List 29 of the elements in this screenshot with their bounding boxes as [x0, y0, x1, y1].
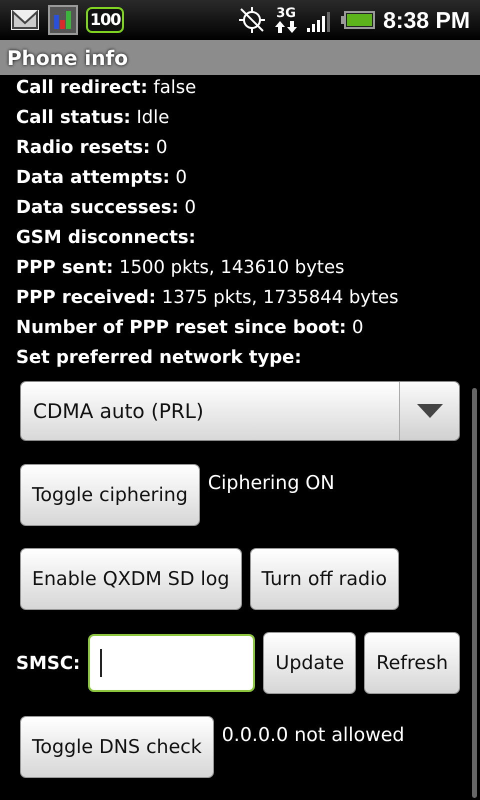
- mobile-data-3g-indicator: 3G: [275, 7, 298, 33]
- bar-chart-icon: [48, 5, 78, 35]
- info-row-text: PPP sent: 1500 pkts, 143610 bytes: [16, 256, 346, 280]
- info-row-text: Set preferred network type:: [16, 346, 303, 370]
- action-button[interactable]: Turn off radio: [250, 548, 399, 610]
- refresh-button[interactable]: Refresh: [364, 632, 460, 694]
- gps-off-icon: [237, 5, 268, 35]
- ciphering-status: Ciphering ON: [208, 471, 335, 494]
- clock-time: 8:38 PM: [383, 6, 470, 34]
- info-row-text: Call status: Idle: [16, 106, 170, 130]
- battery-level-badge: 100: [86, 7, 124, 33]
- dns-status: 0.0.0.0 not allowed: [222, 723, 404, 746]
- screen-title: Phone info: [0, 40, 480, 75]
- info-row-text: GSM disconnects:: [16, 226, 197, 250]
- toggle-ciphering-button[interactable]: Toggle ciphering: [20, 464, 200, 526]
- info-row-text: Radio resets: 0: [16, 136, 168, 160]
- info-row-text: Call redirect: false: [16, 76, 198, 100]
- battery-icon: [341, 11, 376, 29]
- toggle-dns-check-button[interactable]: Toggle DNS check: [20, 716, 214, 778]
- action-button[interactable]: Enable QXDM SD log: [20, 548, 242, 610]
- smsc-label: SMSC:: [16, 652, 80, 674]
- info-row-text: Data successes: 0: [16, 196, 197, 220]
- update-button[interactable]: Update: [263, 632, 356, 694]
- network-type-dropdown[interactable]: CDMA auto (PRL): [20, 381, 460, 441]
- info-row-text: Number of PPP reset since boot: 0: [16, 316, 365, 340]
- info-row-text: Data attempts: 0: [16, 166, 188, 190]
- mail-icon: [10, 7, 40, 33]
- info-row-text: PPP received: 1375 pkts, 1735844 bytes: [16, 286, 400, 310]
- smsc-input-field[interactable]: [88, 634, 256, 692]
